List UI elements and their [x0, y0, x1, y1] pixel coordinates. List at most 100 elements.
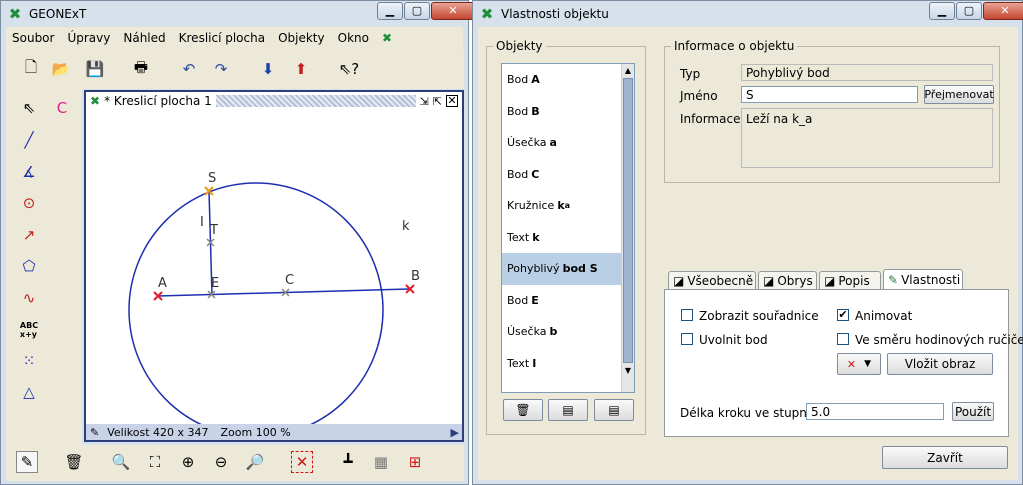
- redo-icon[interactable]: ↷: [210, 58, 232, 80]
- label-B: B: [411, 269, 420, 284]
- close-dialog-button[interactable]: Zavřít: [882, 446, 1008, 469]
- zoom-out-icon[interactable]: ⊖: [210, 451, 232, 473]
- geometry-canvas[interactable]: S I T A E C B k: [86, 110, 462, 426]
- scroll-thumb[interactable]: [623, 78, 633, 363]
- close-board-icon[interactable]: ✕: [446, 95, 458, 107]
- list-item[interactable]: Bod B: [502, 96, 634, 128]
- outline-tab-icon: ◪: [763, 273, 775, 288]
- text-tool-icon[interactable]: ABC x+y: [18, 319, 40, 341]
- zoom-fit-icon[interactable]: 🔎: [244, 451, 266, 473]
- release-point-checkbox[interactable]: [681, 333, 693, 345]
- menu-soubor[interactable]: Soubor: [12, 31, 54, 45]
- new-file-icon[interactable]: 🗋: [20, 58, 42, 80]
- triangle-tool-icon[interactable]: △: [18, 381, 40, 403]
- objects-scrollbar[interactable]: ▲ ▼: [621, 64, 634, 392]
- edit-icon: ✎: [90, 425, 100, 439]
- object-list-button[interactable]: ▤: [594, 399, 634, 421]
- properties-tab-icon: ✎: [888, 272, 899, 287]
- expand-arrow-icon[interactable]: ▶: [451, 426, 459, 439]
- properties-logo-icon: ✖: [480, 5, 494, 23]
- save-icon[interactable]: 💾: [84, 58, 106, 80]
- menu-kreslici-plocha[interactable]: Kreslicí plocha: [179, 31, 265, 45]
- status-size: Velikost 420 x 347: [107, 425, 209, 439]
- axes-icon[interactable]: ┻: [337, 451, 359, 473]
- info-label: Informace: [680, 112, 741, 126]
- list-item[interactable]: Text I: [502, 348, 634, 380]
- group-tool-icon[interactable]: ⁙: [18, 350, 40, 372]
- tab-obrys[interactable]: ◪ Obrys: [758, 271, 817, 289]
- dropdown-arrow-icon: ▼: [864, 359, 872, 369]
- tool-palette: ⇖ C ╱ ∡ ⊙ ↗ ⬠ ∿ ABC x+y ⁙ △: [6, 89, 82, 445]
- name-label: Jméno: [680, 89, 718, 103]
- menu-okno[interactable]: Okno: [338, 31, 369, 45]
- edit-mode-icon[interactable]: ✎: [16, 451, 38, 473]
- right-minimize-button[interactable]: ▁: [929, 2, 955, 20]
- maximize-button[interactable]: ▢: [404, 2, 430, 20]
- step-label: Délka kroku ve stupních: [680, 406, 825, 420]
- type-label: Typ: [680, 67, 701, 81]
- scroll-up-icon[interactable]: ▲: [622, 64, 634, 77]
- list-item[interactable]: Bod E: [502, 285, 634, 317]
- tab-vseobecne[interactable]: ◪ Všeobecně: [668, 271, 756, 289]
- geonext-logo-icon: ✖: [8, 5, 22, 23]
- angle-tool-icon[interactable]: ∡: [18, 161, 40, 183]
- zoom-tool-icon[interactable]: 🔍: [110, 451, 132, 473]
- maximize-board-icon[interactable]: ⇱: [433, 95, 442, 108]
- list-item-selected[interactable]: Pohyblivý bod S: [502, 253, 634, 285]
- rename-button[interactable]: Přejmenovat: [924, 85, 994, 104]
- insert-image-button[interactable]: Vložit obraz: [887, 353, 993, 375]
- drawing-board: ✖ * Kreslicí plocha 1 ⇲ ⇱ ✕ S I T A E C …: [84, 90, 464, 442]
- menu-upravy[interactable]: Úpravy: [67, 31, 110, 45]
- close-window-button[interactable]: ✕: [431, 2, 475, 20]
- show-coords-checkbox[interactable]: [681, 309, 693, 321]
- zoom-in-icon[interactable]: ⊕: [177, 451, 199, 473]
- point-style-dropdown[interactable]: ✕ ▼: [837, 353, 881, 375]
- object-props-button[interactable]: ▤: [548, 399, 588, 421]
- trace-tool-icon[interactable]: C: [51, 97, 73, 119]
- menu-nahled[interactable]: Náhled: [123, 31, 165, 45]
- grid-icon[interactable]: ▦: [370, 451, 392, 473]
- delete-all-icon[interactable]: ✕: [291, 451, 313, 473]
- label-C: C: [285, 273, 294, 288]
- import-icon[interactable]: ⬇: [257, 58, 279, 80]
- list-item[interactable]: Text k: [502, 222, 634, 254]
- step-input[interactable]: 5.0: [806, 403, 944, 420]
- right-close-button[interactable]: ✕: [983, 2, 1023, 20]
- export-icon[interactable]: ⬆: [290, 58, 312, 80]
- apply-button[interactable]: Použít: [952, 402, 994, 421]
- name-input[interactable]: S: [741, 86, 918, 103]
- list-item[interactable]: Úsečka a: [502, 127, 634, 159]
- zoom-area-icon[interactable]: ⛶: [144, 451, 166, 473]
- animate-checkbox[interactable]: ✔: [837, 309, 849, 321]
- list-item[interactable]: Bod A: [502, 64, 634, 96]
- menu-objekty[interactable]: Objekty: [278, 31, 325, 45]
- tab-popis[interactable]: ◪ Popis: [819, 271, 881, 289]
- open-folder-icon[interactable]: 📂: [50, 58, 72, 80]
- list-item[interactable]: Bod C: [502, 159, 634, 191]
- window-logo-icon: ✖: [381, 31, 393, 45]
- line-tool-icon[interactable]: ╱: [18, 129, 40, 151]
- scroll-down-icon[interactable]: ▼: [622, 364, 634, 377]
- list-item[interactable]: Úsečka b: [502, 316, 634, 348]
- delete-object-button[interactable]: 🗑: [503, 399, 543, 421]
- graph-tool-icon[interactable]: ∿: [18, 287, 40, 309]
- label-S: S: [208, 171, 216, 186]
- list-item[interactable]: Kružnice k a: [502, 190, 634, 222]
- tab-vlastnosti[interactable]: ✎ Vlastnosti: [883, 269, 963, 289]
- snap-grid-icon[interactable]: ⊞: [404, 451, 426, 473]
- print-icon[interactable]: 🖶: [130, 58, 152, 80]
- minimize-board-icon[interactable]: ⇲: [420, 95, 429, 108]
- cross-marker-icon: ✕: [846, 357, 857, 371]
- info-legend: Informace o objektu: [674, 39, 795, 53]
- undo-icon[interactable]: ↶: [178, 58, 200, 80]
- minimize-button[interactable]: ▁: [377, 2, 403, 20]
- circle-tool-icon[interactable]: ⊙: [18, 192, 40, 214]
- clockwise-checkbox[interactable]: [837, 333, 849, 345]
- pointer-tool-icon[interactable]: ⇖: [18, 97, 40, 119]
- trash-icon[interactable]: 🗑: [63, 451, 85, 473]
- polygon-tool-icon[interactable]: ⬠: [18, 255, 40, 277]
- type-field: Pohyblivý bod: [741, 64, 993, 81]
- help-cursor-icon[interactable]: ⇖?: [338, 58, 360, 80]
- vector-tool-icon[interactable]: ↗: [18, 224, 40, 246]
- right-maximize-button[interactable]: ▢: [956, 2, 982, 20]
